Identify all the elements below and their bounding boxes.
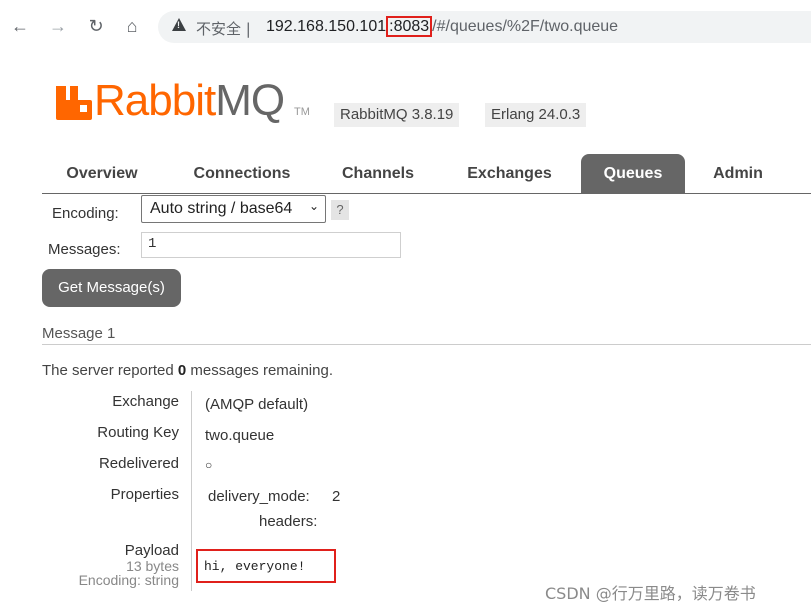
payload-encoding: Encoding: string xyxy=(78,572,179,588)
headers-key: headers: xyxy=(259,513,318,530)
erlang-version-badge: Erlang 24.0.3 xyxy=(485,103,587,127)
routing-key-label: Routing Key xyxy=(97,424,179,441)
chevron-down-icon: ⌄ xyxy=(308,199,319,213)
rabbitmq-logo-icon xyxy=(56,86,92,120)
redelivered-label: Redelivered xyxy=(98,455,179,472)
url-host: 192.168.150.101 xyxy=(266,18,387,35)
tab-overview[interactable]: Overview xyxy=(42,154,162,193)
rabbitmq-version-badge: RabbitMQ 3.8.19 xyxy=(334,103,460,127)
exchange-label: Exchange xyxy=(112,393,179,410)
payload-size: 13 bytes xyxy=(126,558,179,574)
delivery-mode-value: 2 xyxy=(332,488,341,505)
redelivered-value: ○ xyxy=(205,458,213,472)
delivery-mode-key: delivery_mode: xyxy=(208,488,310,505)
payload-content: hi, everyone! xyxy=(196,549,336,583)
address-bar[interactable]: 不安全 | 192.168.150.101:8083/#/queues/%2F/… xyxy=(158,11,811,43)
home-icon[interactable]: ⌂ xyxy=(120,14,144,38)
encoding-select[interactable]: Auto string / base64 ⌄ xyxy=(141,195,326,223)
messages-count-input[interactable]: 1 xyxy=(141,232,401,258)
browser-toolbar: ← → ↻ ⌂ 不安全 | 192.168.150.101:8083/#/que… xyxy=(0,0,811,56)
divider xyxy=(42,344,811,345)
warning-icon[interactable] xyxy=(172,18,186,31)
logo-trademark: TM xyxy=(294,106,310,118)
messages-label: Messages: xyxy=(48,241,121,258)
tab-admin[interactable]: Admin xyxy=(694,154,782,193)
insecure-label[interactable]: 不安全 | xyxy=(196,18,251,39)
back-arrow-icon[interactable]: ← xyxy=(8,14,32,38)
url-text[interactable]: 192.168.150.101:8083/#/queues/%2F/two.qu… xyxy=(266,16,619,37)
csdn-watermark: CSDN @行万里路，读万卷书 xyxy=(545,584,756,603)
tab-exchanges[interactable]: Exchanges xyxy=(447,154,572,193)
table-separator xyxy=(191,391,192,591)
forward-arrow-icon[interactable]: → xyxy=(46,14,70,38)
tab-connections[interactable]: Connections xyxy=(172,154,312,193)
main-tabs: Overview Connections Channels Exchanges … xyxy=(42,154,811,194)
exchange-value: (AMQP default) xyxy=(205,396,309,413)
encoding-selected-value: Auto string / base64 xyxy=(150,200,293,217)
server-report-text: The server reported 0 messages remaining… xyxy=(42,362,333,379)
logo-wordmark: RabbitMQ xyxy=(94,76,285,125)
remaining-count: 0 xyxy=(177,362,187,379)
tab-channels[interactable]: Channels xyxy=(322,154,434,193)
message-heading: Message 1 xyxy=(42,325,116,342)
encoding-label: Encoding: xyxy=(52,205,119,222)
url-path: /#/queues/%2F/two.queue xyxy=(432,18,619,35)
routing-key-value: two.queue xyxy=(205,427,275,444)
tab-queues[interactable]: Queues xyxy=(581,154,685,193)
payload-label: Payload xyxy=(124,542,179,559)
reload-icon[interactable]: ↻ xyxy=(84,14,108,38)
url-port-highlight: :8083 xyxy=(386,16,433,37)
properties-label: Properties xyxy=(110,486,179,503)
get-messages-button[interactable]: Get Message(s) xyxy=(42,269,181,307)
help-icon[interactable]: ? xyxy=(331,200,349,220)
